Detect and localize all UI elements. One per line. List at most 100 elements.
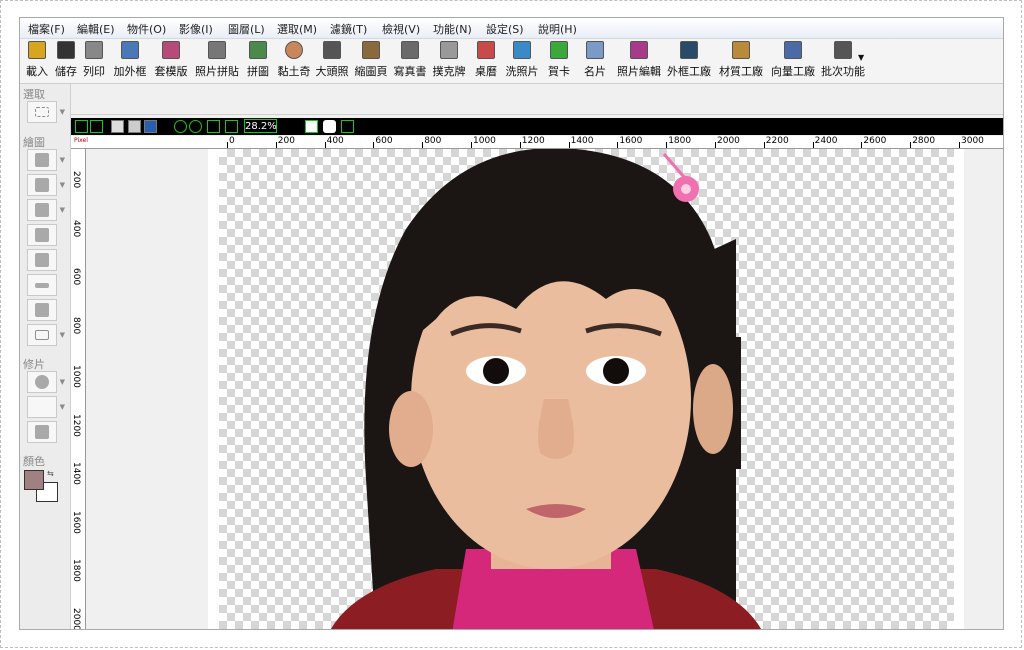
clone-people-tool[interactable] <box>27 421 57 443</box>
menu-function[interactable]: 功能(N) <box>433 21 472 37</box>
menu-file[interactable]: 檔案(F) <box>28 21 65 37</box>
template-icon <box>162 41 180 59</box>
collage-icon <box>208 41 226 59</box>
swap-colors-icon[interactable]: ⇆ <box>47 469 54 478</box>
print-photo-button[interactable]: 洗照片 <box>504 41 540 79</box>
texture-factory-button[interactable]: 材質工廠 <box>718 41 764 79</box>
shape-tool[interactable]: ▼ <box>27 324 65 346</box>
canvas-workspace[interactable] <box>86 149 1003 629</box>
line-tool[interactable] <box>27 274 57 296</box>
chevron-down-icon[interactable]: ▼ <box>60 181 65 189</box>
id-photo-icon <box>323 41 341 59</box>
ruler-tick <box>422 142 424 148</box>
ruler-tick <box>715 142 716 148</box>
draw-section-label: 繪圖 <box>23 136 45 149</box>
image-canvas[interactable] <box>208 149 964 629</box>
load-button[interactable]: 載入 <box>21 41 53 79</box>
paste-icon[interactable] <box>144 120 157 133</box>
menu-select[interactable]: 選取(M) <box>277 21 317 37</box>
brush-tool[interactable]: ▼ <box>27 149 65 171</box>
fit-window-icon[interactable] <box>207 120 220 133</box>
menu-layer[interactable]: 圖層(L) <box>228 21 265 37</box>
puzzle-icon <box>249 41 267 59</box>
stamp-icon <box>35 228 49 242</box>
brush-icon <box>35 153 49 167</box>
chevron-down-icon[interactable]: ▼ <box>60 108 65 116</box>
print-photo-icon <box>513 41 531 59</box>
menu-object[interactable]: 物件(O) <box>127 21 166 37</box>
select-section-label: 選取 <box>23 88 45 101</box>
rect-select-tool[interactable]: ▼ <box>27 101 65 123</box>
eyedropper-tool[interactable] <box>27 299 57 321</box>
pencil-icon <box>35 203 49 217</box>
ruler-tick <box>763 142 765 148</box>
business-card-button[interactable]: 名片 <box>581 41 609 79</box>
crop-icon[interactable] <box>341 120 354 133</box>
ruler-tick <box>666 142 668 148</box>
id-photo-button[interactable]: 大頭照 <box>314 41 350 79</box>
texture-factory-icon <box>732 41 750 59</box>
actual-size-icon[interactable] <box>225 120 238 133</box>
ruler-label-h: 1600 <box>619 136 643 146</box>
zoom-in-icon[interactable] <box>174 120 187 133</box>
print-button[interactable]: 列印 <box>78 41 110 79</box>
hand-pan-icon[interactable] <box>323 120 336 133</box>
ruler-tick <box>812 142 814 148</box>
pointer-arrow-icon[interactable] <box>305 120 318 133</box>
chevron-down-icon[interactable]: ▼ <box>60 378 65 386</box>
ruler-label-h: 0 <box>229 136 235 146</box>
desk-calendar-button[interactable]: 桌曆 <box>472 41 500 79</box>
ruler-label-v: 2000 <box>71 607 81 630</box>
pencil-tool[interactable]: ▼ <box>27 199 65 221</box>
fill-tool[interactable] <box>27 249 57 271</box>
thumbnail-page-button[interactable]: 縮圖頁 <box>353 41 389 79</box>
eraser-icon <box>35 178 49 192</box>
photo-edit-icon <box>630 41 648 59</box>
ruler-label-v: 400 <box>71 219 81 237</box>
view-toolbar: 28.2% <box>71 118 1003 135</box>
menu-help[interactable]: 說明(H) <box>538 21 577 37</box>
add-frame-button[interactable]: 加外框 <box>110 41 150 79</box>
portrait-photo-layer[interactable] <box>316 149 771 629</box>
ruler-unit-label: Pixel <box>74 137 88 144</box>
ruler-label-v: 1400 <box>71 462 81 485</box>
retouch-tool-2[interactable]: ▼ <box>27 396 65 418</box>
frame-factory-button[interactable]: 外框工廠 <box>666 41 712 79</box>
ruler-tick <box>324 142 326 148</box>
chevron-down-icon[interactable]: ▼ <box>60 403 65 411</box>
redo-icon[interactable] <box>90 120 103 133</box>
greeting-card-button[interactable]: 賀卡 <box>545 41 573 79</box>
menu-image[interactable]: 影像(I) <box>179 21 213 37</box>
rect-select-icon <box>35 107 49 117</box>
menu-edit[interactable]: 編輯(E) <box>77 21 115 37</box>
ruler-label-v: 800 <box>71 316 81 334</box>
ruler-label-h: 200 <box>277 136 295 146</box>
ruler-label-h: 1400 <box>570 136 594 146</box>
menu-settings[interactable]: 設定(S) <box>486 21 524 37</box>
stamp-tool[interactable] <box>27 224 57 246</box>
eraser-tool[interactable]: ▼ <box>27 174 65 196</box>
scissors-icon[interactable] <box>128 120 141 133</box>
zoom-level-display[interactable]: 28.2% <box>244 119 277 133</box>
zoom-out-icon[interactable] <box>189 120 202 133</box>
collage-button[interactable]: 照片拼貼 <box>194 41 240 79</box>
undo-icon[interactable] <box>75 120 88 133</box>
menu-view[interactable]: 檢視(V) <box>382 21 420 37</box>
eyedropper-icon <box>35 303 49 317</box>
template-button[interactable]: 套模版 <box>151 41 191 79</box>
printer-icon <box>85 41 103 59</box>
batch-dropdown-arrow[interactable]: ▼ <box>858 53 864 62</box>
copy-icon[interactable] <box>111 120 124 133</box>
playing-card-button[interactable]: 撲克牌 <box>431 41 467 79</box>
vector-factory-button[interactable]: 向量工廠 <box>770 41 816 79</box>
puzzle-button[interactable]: 拼圖 <box>242 41 274 79</box>
chevron-down-icon[interactable]: ▼ <box>60 206 65 214</box>
chevron-down-icon[interactable]: ▼ <box>60 331 65 339</box>
chevron-down-icon[interactable]: ▼ <box>60 156 65 164</box>
retouch-tool[interactable]: ▼ <box>27 371 65 393</box>
clay-button[interactable]: 黏土奇 <box>276 41 312 79</box>
photo-book-button[interactable]: 寫真書 <box>392 41 428 79</box>
menu-filter[interactable]: 濾鏡(T) <box>330 21 367 37</box>
photo-edit-button[interactable]: 照片編輯 <box>616 41 662 79</box>
foreground-color-swatch[interactable] <box>24 470 44 490</box>
